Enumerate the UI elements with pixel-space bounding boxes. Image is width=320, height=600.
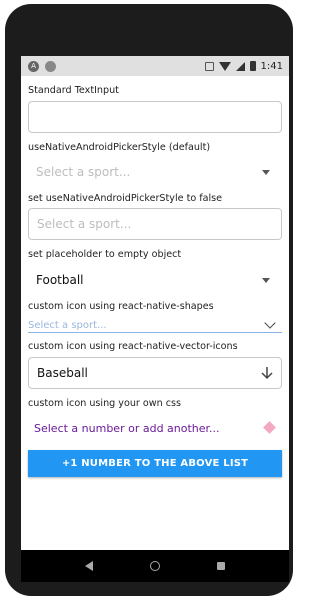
chevron-down-icon xyxy=(264,317,276,329)
native-false-placeholder: Select a sport... xyxy=(37,217,132,231)
sd-card-icon xyxy=(204,61,214,71)
empty-placeholder-picker[interactable]: Football xyxy=(28,264,282,296)
native-false-label: set useNativeAndroidPickerStyle to false xyxy=(28,193,223,204)
shapes-icon-placeholder: Select a sport... xyxy=(28,320,107,331)
shapes-icon-label: custom icon using react-native-shapes xyxy=(28,301,214,312)
signal-icon xyxy=(235,61,245,71)
vector-icons-value: Baseball xyxy=(37,366,88,380)
native-default-placeholder: Select a sport... xyxy=(36,165,131,179)
standard-label: Standard TextInput xyxy=(28,85,119,96)
vector-icons-picker[interactable]: Baseball xyxy=(28,357,282,389)
dropdown-caret-icon xyxy=(262,170,270,175)
wifi-icon xyxy=(218,61,231,71)
add-number-button[interactable]: +1 NUMBER TO THE ABOVE LIST xyxy=(28,450,282,477)
screen: A 1:41 Standard TextInput useNativeAndro… xyxy=(21,56,289,582)
own-css-picker[interactable]: Select a number or add another... xyxy=(28,412,282,444)
arrow-down-icon xyxy=(261,367,273,380)
status-left: A xyxy=(28,60,56,72)
standard-text-input[interactable] xyxy=(28,101,282,133)
native-false-picker[interactable]: Select a sport... xyxy=(28,208,282,240)
back-icon[interactable] xyxy=(84,561,93,571)
recents-icon[interactable] xyxy=(217,562,226,570)
dropdown-caret-icon xyxy=(262,278,270,283)
android-notification-icon: A xyxy=(28,60,39,72)
shapes-icon-picker[interactable]: Select a sport... xyxy=(28,313,282,333)
own-css-label: custom icon using your own css xyxy=(28,398,182,409)
home-icon[interactable] xyxy=(149,561,160,571)
android-nav-bar xyxy=(21,550,289,582)
content: Standard TextInput useNativeAndroidPicke… xyxy=(21,85,289,477)
native-default-label: useNativeAndroidPickerStyle (default) xyxy=(28,142,211,153)
status-time: 1:41 xyxy=(260,60,283,72)
battery-icon xyxy=(249,61,256,71)
vector-icons-label: custom icon using react-native-vector-ic… xyxy=(28,341,238,352)
empty-placeholder-label: set placeholder to empty object xyxy=(28,249,182,260)
phone-frame: A 1:41 Standard TextInput useNativeAndro… xyxy=(5,4,293,596)
own-css-placeholder: Select a number or add another... xyxy=(34,421,220,435)
native-default-picker[interactable]: Select a sport... xyxy=(28,156,282,188)
diamond-icon xyxy=(263,421,276,434)
empty-placeholder-value: Football xyxy=(36,273,84,287)
status-right: 1:41 xyxy=(204,60,283,72)
notification-icon xyxy=(45,60,56,72)
status-bar: A 1:41 xyxy=(21,56,289,76)
